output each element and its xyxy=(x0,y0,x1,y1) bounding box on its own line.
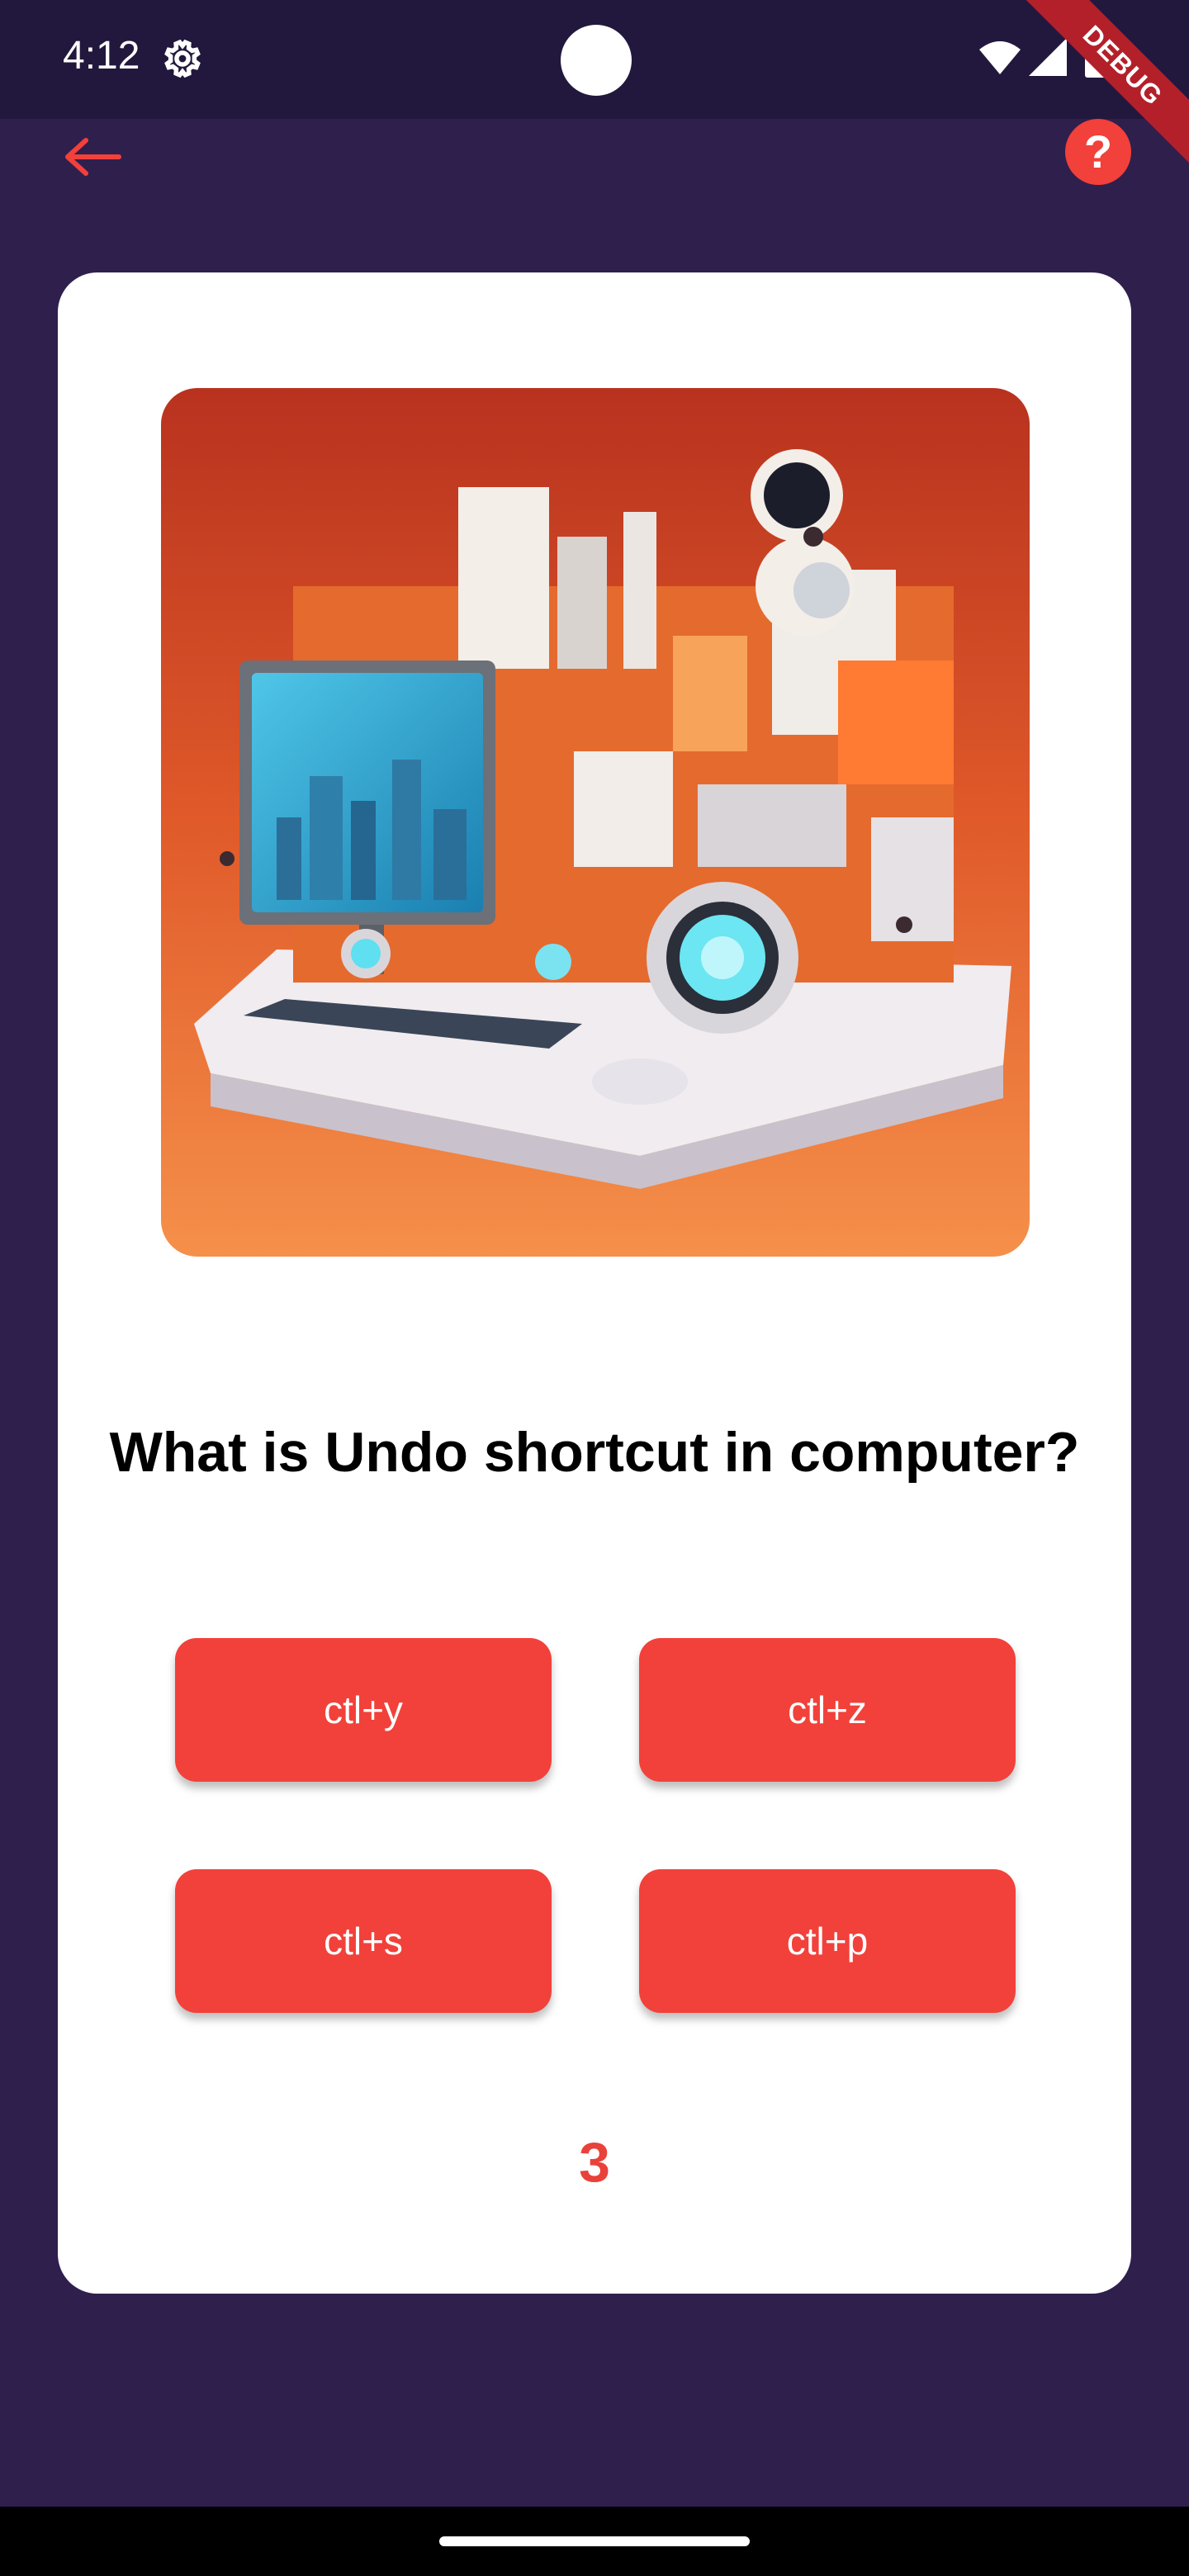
app-bar: ? xyxy=(0,119,1189,218)
option-button-4[interactable]: ctl+p xyxy=(639,1869,1016,2013)
help-button[interactable]: ? xyxy=(1065,119,1131,185)
home-handle xyxy=(439,2536,750,2546)
arrow-left-icon xyxy=(65,138,121,176)
cell-signal-icon xyxy=(1029,38,1067,76)
question-text: What is Undo shortcut in computer? xyxy=(109,1421,1080,1484)
status-bar: 4:12 DEBUG xyxy=(0,0,1189,175)
option-button-1[interactable]: ctl+y xyxy=(175,1638,552,1782)
question-image xyxy=(161,388,1030,1257)
retro-computer-illustration xyxy=(161,388,1030,1257)
camera-cutout xyxy=(561,25,632,96)
back-button[interactable] xyxy=(58,122,127,192)
help-circle-icon: ? xyxy=(1083,125,1113,178)
option-button-2[interactable]: ctl+z xyxy=(639,1638,1016,1782)
gear-icon xyxy=(164,39,201,78)
countdown-timer: 3 xyxy=(579,2131,610,2194)
wifi-icon xyxy=(979,41,1021,74)
home-gesture-area[interactable] xyxy=(439,2507,750,2576)
option-button-3[interactable]: ctl+s xyxy=(175,1869,552,2013)
status-time: 4:12 xyxy=(63,34,140,78)
